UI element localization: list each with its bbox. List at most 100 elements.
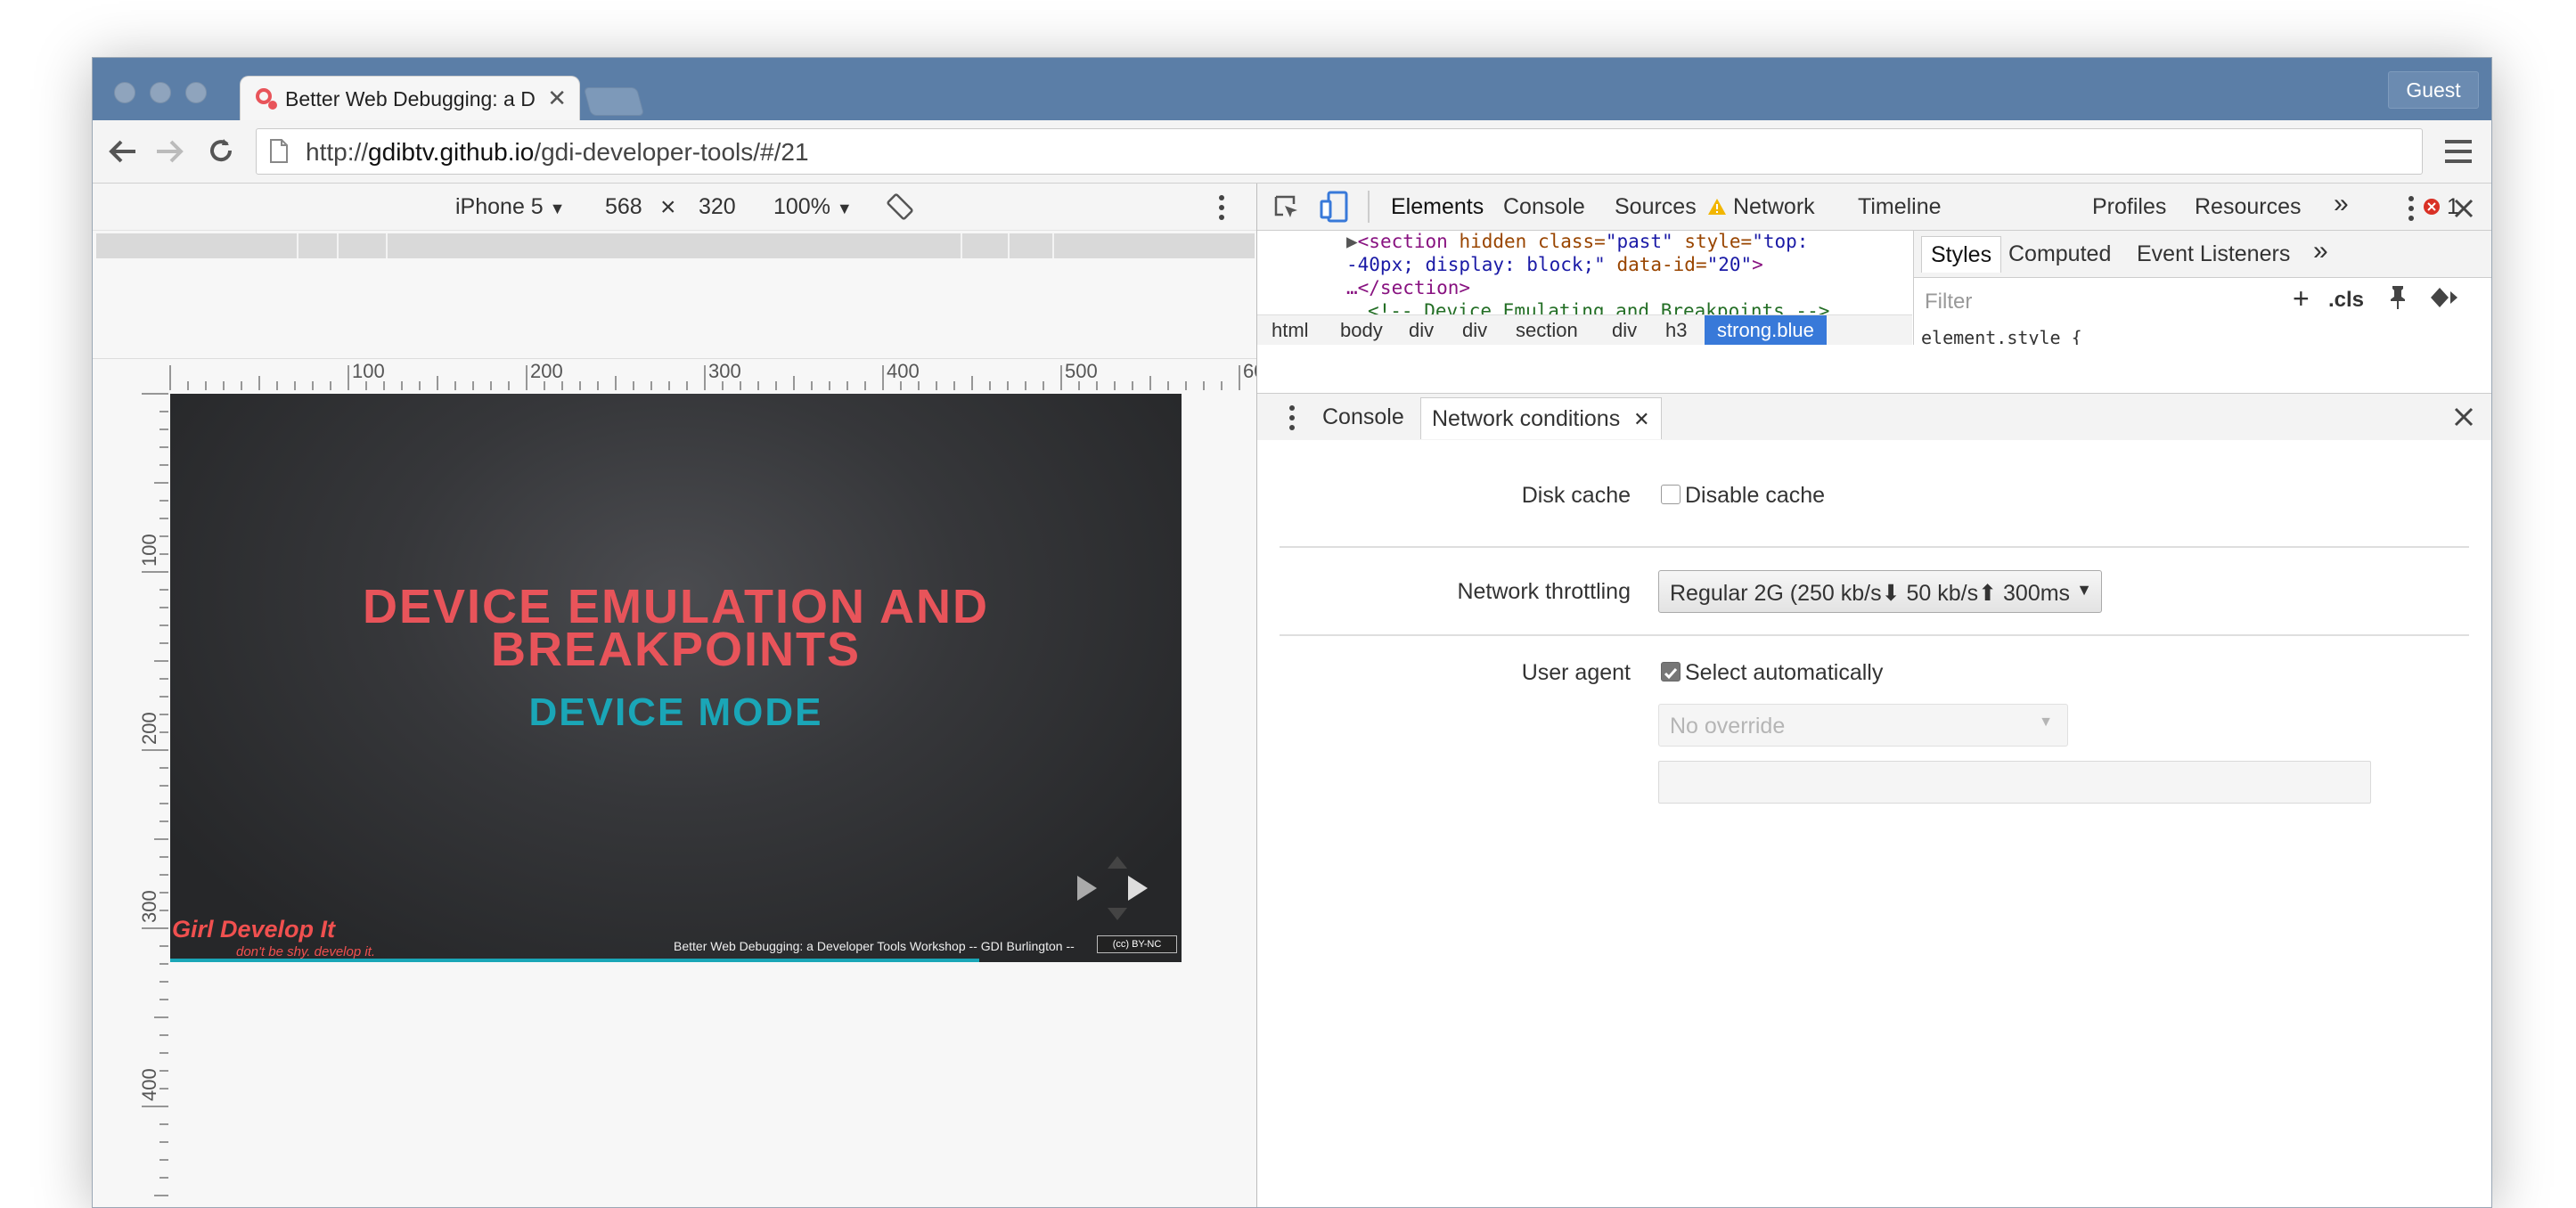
tab-computed[interactable]: Computed [2008, 241, 2111, 267]
tab-styles[interactable]: Styles [1921, 236, 2002, 273]
media-segment[interactable] [1008, 233, 1010, 258]
class-toggle-button[interactable]: .cls [2328, 288, 2364, 313]
back-icon[interactable] [107, 138, 137, 165]
styles-pane: Styles Computed Event Listeners » Filter… [1913, 231, 2491, 345]
menu-icon[interactable] [2445, 140, 2472, 163]
breadcrumb-item[interactable]: div [1612, 319, 1637, 342]
drawer-tab-console[interactable]: Console [1322, 404, 1404, 430]
device-toolbar: iPhone 5 ▼ 568 × 320 100% ▼ [93, 184, 1256, 231]
tab-resources[interactable]: Resources [2195, 194, 2302, 220]
tab-timeline[interactable]: Timeline [1858, 194, 1942, 220]
dom-line[interactable]: -40px; display: block;" data-id="20"> [1346, 254, 1763, 275]
dom-tree[interactable]: ▶<section hidden class="past" style="top… [1257, 231, 1912, 345]
rotate-icon[interactable] [886, 192, 914, 221]
breadcrumb-item[interactable]: section [1516, 319, 1578, 342]
device-select[interactable]: iPhone 5 ▼ [455, 194, 565, 220]
media-segment[interactable] [297, 233, 298, 258]
network-throttling-select[interactable]: Regular 2G (250 kb/s⬇ 50 kb/s⬆ 300ms RTT… [1658, 570, 2102, 613]
slide-footer: Better Web Debugging: a Developer Tools … [674, 939, 1075, 953]
tab-network[interactable]: Network [1707, 194, 1815, 220]
address-bar[interactable]: http://gdibtv.github.io/gdi-developer-to… [256, 128, 2423, 175]
tab-profiles[interactable]: Profiles [2092, 194, 2166, 220]
tab-event-listeners[interactable]: Event Listeners [2137, 241, 2290, 267]
devtools-close-icon[interactable] [2454, 199, 2474, 218]
dom-attr-value: "20" [1706, 254, 1753, 275]
drawer-menu-icon[interactable] [1288, 404, 1296, 431]
disable-cache-label[interactable]: Disable cache [1685, 483, 1825, 509]
gdi-tagline: don't be shy. develop it. [236, 944, 376, 959]
reload-icon[interactable] [207, 136, 235, 165]
zoom-value: 100% [773, 194, 830, 219]
select-automatically-checkbox[interactable] [1661, 662, 1681, 682]
dom-attr: class= [1526, 231, 1606, 252]
pin-icon[interactable] [2388, 284, 2408, 311]
dom-attr-value: "past" [1605, 231, 1673, 252]
device-more-icon[interactable] [1217, 194, 1226, 221]
prev-slide-icon[interactable] [1077, 876, 1097, 901]
divider [1280, 634, 2469, 636]
breadcrumb-item[interactable]: h3 [1665, 319, 1687, 342]
dom-line[interactable]: ▶<section hidden class="past" style="top… [1346, 231, 1808, 252]
media-segment[interactable] [337, 233, 339, 258]
devtools-more-icon[interactable] [2407, 195, 2416, 222]
url-host: gdibtv.github.io [368, 138, 535, 166]
element-style-rule[interactable]: element.style { [1921, 327, 2082, 345]
tab-console[interactable]: Console [1503, 194, 1585, 220]
new-tab-button[interactable] [583, 87, 645, 116]
ruler-label: 200 [530, 360, 563, 382]
disk-cache-label: Disk cache [1521, 483, 1631, 508]
tab-sources[interactable]: Sources [1615, 194, 1697, 220]
tab-elements[interactable]: Elements [1391, 194, 1484, 220]
breadcrumb-item-selected[interactable]: strong.blue [1705, 315, 1827, 345]
user-agent-override-value: No override [1670, 714, 1786, 739]
zoom-select[interactable]: 100% ▼ [773, 194, 853, 220]
media-query-bar[interactable] [96, 233, 1255, 258]
minimize-window-button[interactable] [150, 82, 171, 103]
color-format-icon[interactable] [2431, 286, 2459, 309]
height-input[interactable]: 320 [699, 194, 736, 220]
forward-icon[interactable] [155, 138, 185, 165]
guest-profile-button[interactable]: Guest [2388, 71, 2479, 109]
media-segment[interactable] [386, 233, 388, 258]
gdi-logo: Girl Develop It [172, 916, 336, 943]
dom-attr-value: "top: [1752, 231, 1809, 252]
ruler-label: 400 [138, 1068, 160, 1101]
drawer-tab-network-conditions[interactable]: Network conditions ✕ [1420, 397, 1662, 439]
breadcrumb-item[interactable]: html [1272, 319, 1309, 342]
media-segment[interactable] [961, 233, 962, 258]
up-slide-icon[interactable] [1108, 856, 1127, 869]
styles-tab-bar: Styles Computed Event Listeners » [1914, 231, 2491, 278]
ruler-label: 200 [138, 712, 160, 745]
drawer-close-icon[interactable] [2454, 407, 2474, 427]
gdi-favicon-icon [256, 88, 277, 110]
device-mode-icon[interactable] [1320, 191, 1350, 223]
user-agent-select[interactable]: No override ▼ [1658, 704, 2068, 747]
breadcrumb-item[interactable]: div [1409, 319, 1434, 342]
browser-window: Better Web Debugging: a D ✕ Guest http:/… [92, 57, 2492, 1208]
breadcrumb-item[interactable]: body [1340, 319, 1383, 342]
drawer-tab-close-icon[interactable]: ✕ [1633, 408, 1649, 430]
breadcrumb-item[interactable]: div [1462, 319, 1487, 342]
media-segment[interactable] [1052, 233, 1054, 258]
page-icon [270, 139, 288, 163]
disable-cache-checkbox[interactable] [1661, 485, 1681, 504]
tab-close-icon[interactable]: ✕ [547, 85, 567, 112]
throttling-value: Regular 2G (250 kb/s⬇ 50 kb/s⬆ 300ms RTT… [1670, 581, 2069, 606]
dom-line[interactable]: …</section> [1346, 277, 1470, 298]
tabs-overflow-button[interactable]: » [2334, 189, 2349, 219]
down-slide-icon[interactable] [1108, 908, 1127, 920]
width-input[interactable]: 568 [605, 194, 642, 220]
styles-overflow-button[interactable]: » [2313, 236, 2328, 266]
select-automatically-label[interactable]: Select automatically [1685, 660, 1883, 686]
breadcrumb: html body div div section div h3 strong.… [1257, 314, 1912, 345]
close-window-button[interactable] [114, 82, 135, 103]
error-icon [2424, 199, 2440, 215]
zoom-window-button[interactable] [185, 82, 207, 103]
new-style-rule-button[interactable]: + [2293, 282, 2310, 315]
browser-tab[interactable]: Better Web Debugging: a D ✕ [240, 76, 580, 121]
user-agent-string-input[interactable] [1658, 761, 2371, 804]
expand-triangle-icon[interactable]: ▶ [1346, 231, 1358, 252]
styles-filter-input[interactable]: Filter [1925, 290, 1972, 314]
next-slide-icon[interactable] [1128, 876, 1148, 901]
inspect-element-icon[interactable] [1273, 194, 1300, 221]
